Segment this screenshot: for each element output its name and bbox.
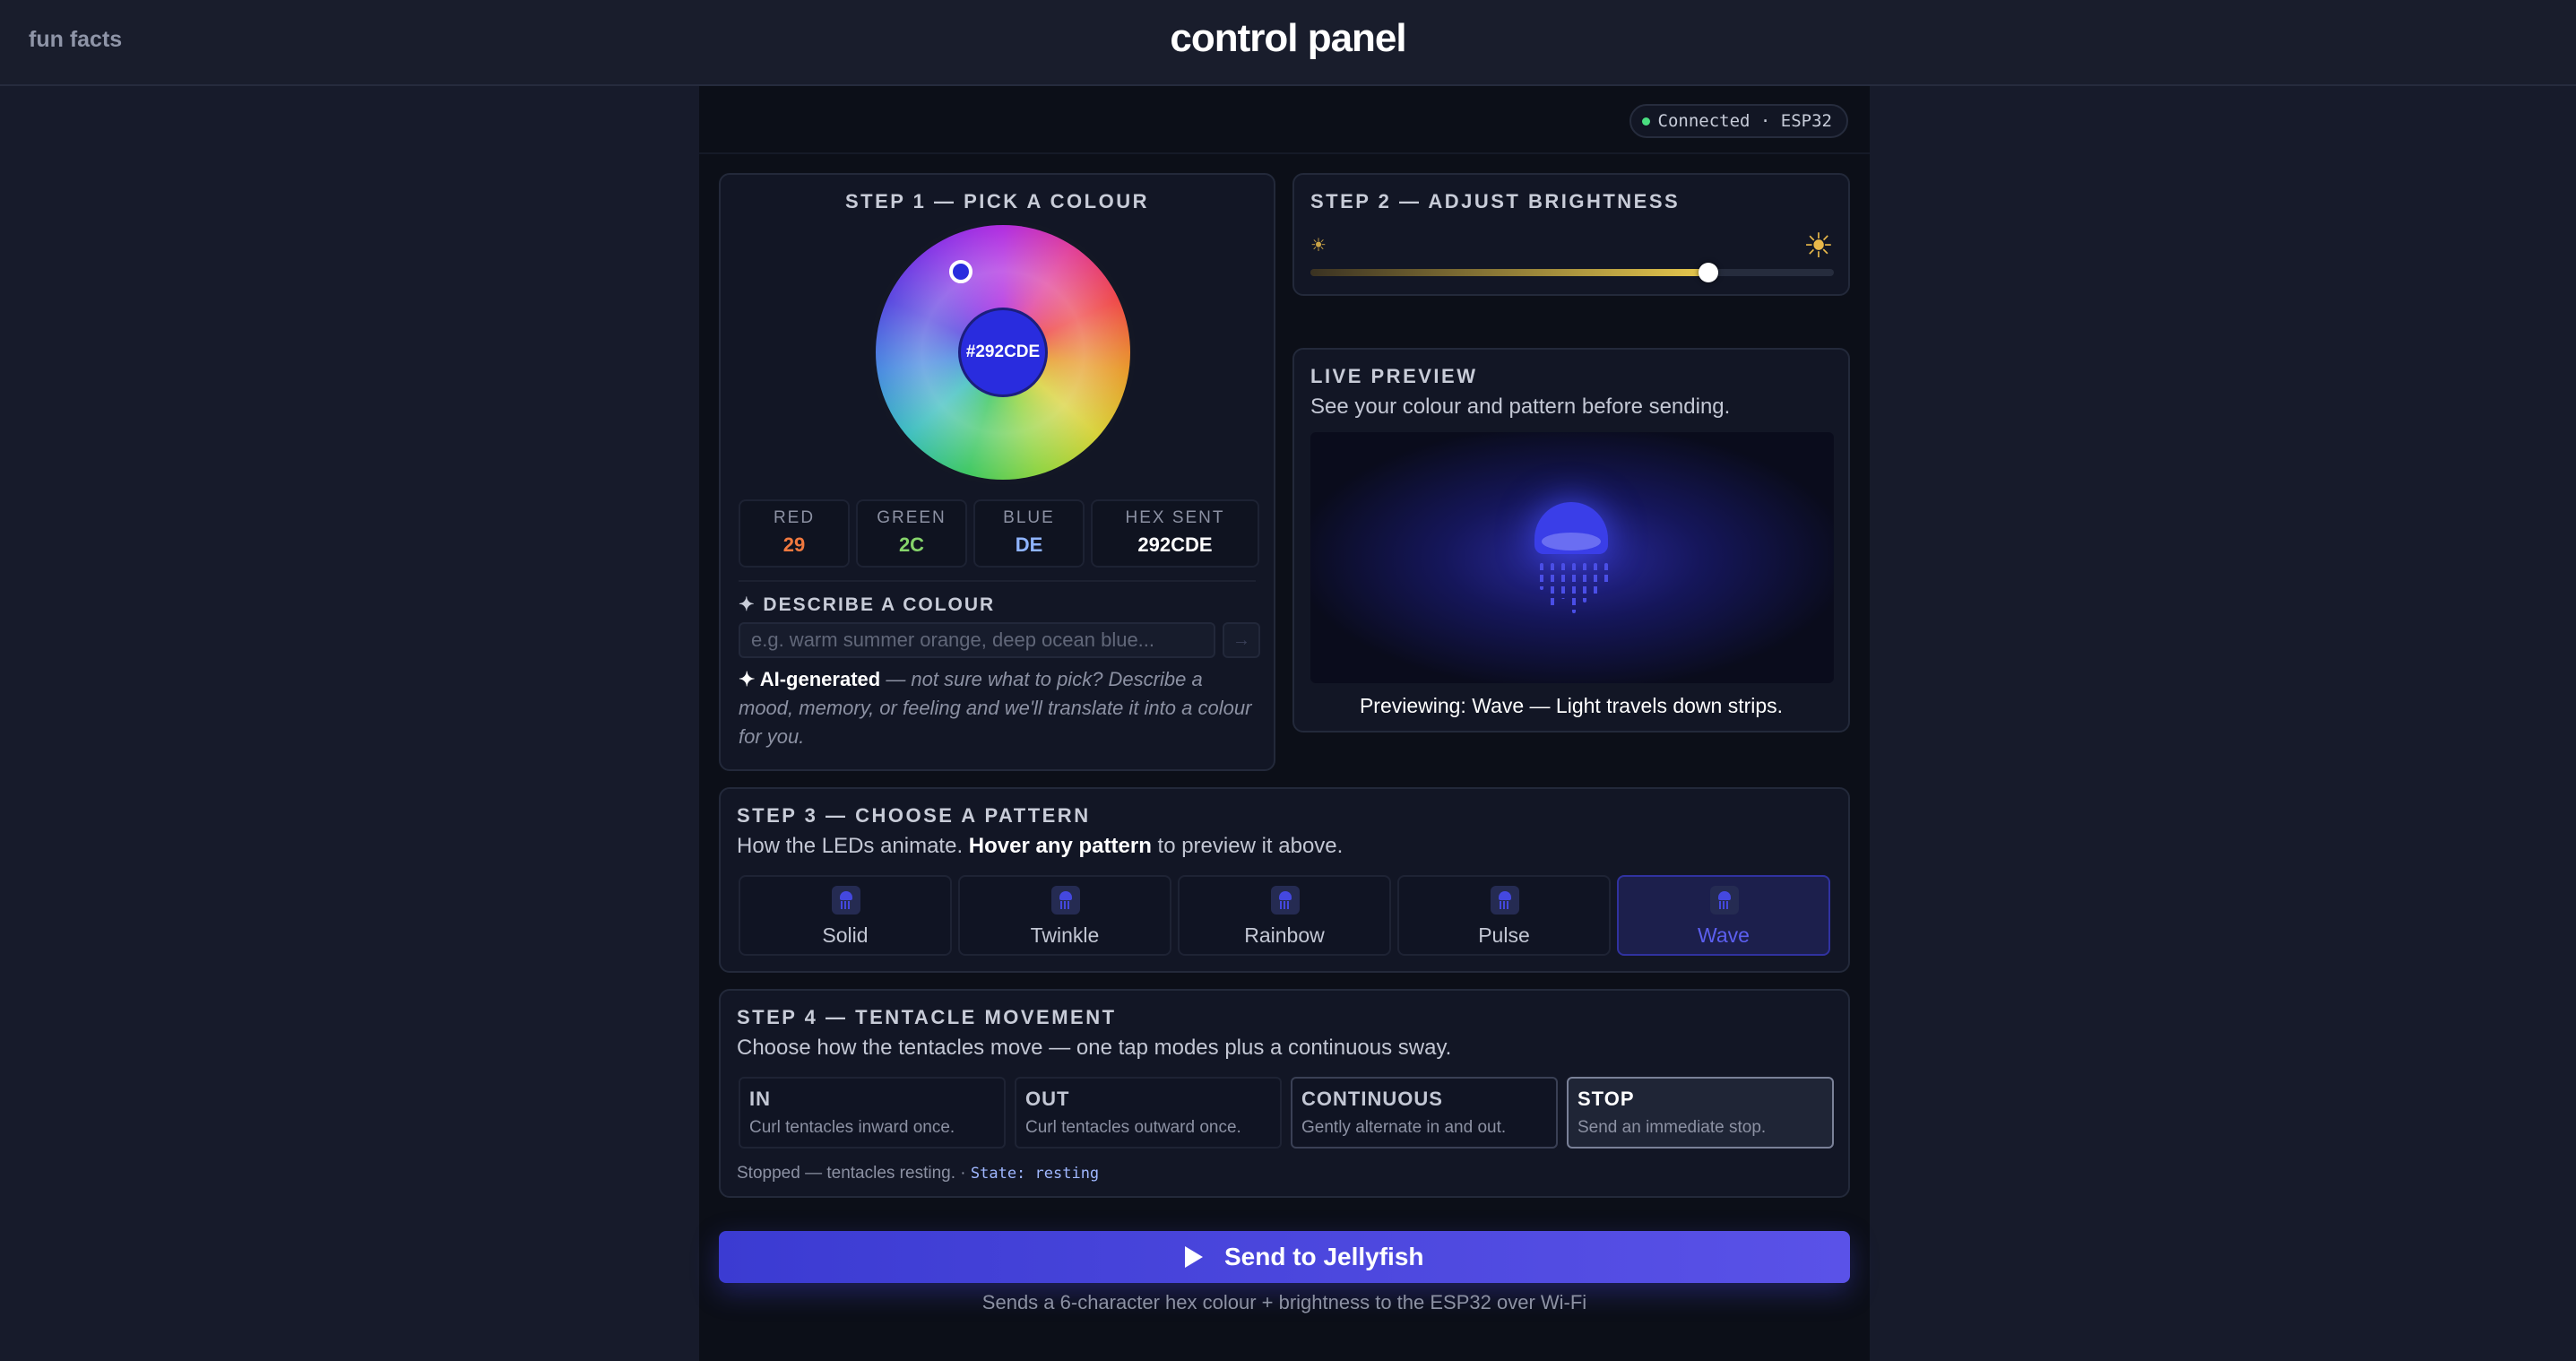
step1-title: STEP 1 — PICK A COLOUR (844, 190, 1149, 212)
pattern-label: Rainbow (1244, 923, 1325, 947)
movement-continuous-button[interactable]: CONTINUOUS Gently alternate in and out. (1291, 1077, 1558, 1149)
status-separator: · (955, 1164, 971, 1183)
jellyfish-rim (1542, 533, 1601, 550)
pattern-pulse[interactable]: Pulse (1397, 875, 1611, 956)
step4-subtitle: Choose how the tentacles move — one tap … (737, 1036, 1452, 1060)
pattern-label: Solid (822, 923, 869, 947)
movement-out-button[interactable]: OUT Curl tentacles outward once. (1015, 1077, 1282, 1149)
movement-desc: Curl tentacles outward once. (1025, 1118, 1241, 1137)
pattern-label: Pulse (1478, 923, 1530, 947)
brightness-slider-thumb[interactable] (1698, 263, 1718, 282)
blue-cell: BLUE DE (973, 499, 1085, 568)
movement-label: IN (749, 1088, 771, 1110)
step4-card: STEP 4 — TENTACLE MOVEMENT Choose how th… (719, 989, 1850, 1198)
jellyfish-tentacle (1604, 563, 1608, 586)
blue-label: BLUE (1003, 508, 1055, 527)
pattern-wave[interactable]: Wave (1617, 875, 1830, 956)
pattern-rainbow[interactable]: Rainbow (1178, 875, 1391, 956)
movement-state-code: State: resting (970, 1165, 1100, 1183)
step3-subtitle-a: How the LEDs animate. (737, 834, 969, 858)
preview-caption: Previewing: Wave — Light travels down st… (1359, 694, 1784, 717)
jellyfish-tentacle (1561, 563, 1565, 599)
connection-dot-icon (1641, 117, 1650, 126)
movement-status-text: Stopped — tentacles resting. (737, 1164, 955, 1183)
send-to-jellyfish-button[interactable]: Send to Jellyfish (719, 1231, 1850, 1283)
colour-wheel[interactable]: #292CDE (876, 225, 1130, 480)
jellyfish-tentacle (1540, 563, 1543, 590)
jellyfish-icon (832, 886, 860, 915)
pattern-solid[interactable]: Solid (739, 875, 952, 956)
step3-subtitle: How the LEDs animate. Hover any pattern … (737, 834, 1343, 859)
hex-value: 292CDE (1137, 533, 1213, 556)
step3-card: STEP 3 — CHOOSE A PATTERN How the LEDs a… (719, 787, 1850, 973)
jellyfish-tentacle (1594, 563, 1597, 595)
brightness-slider-fill (1310, 269, 1708, 276)
jellyfish-icon (1710, 886, 1739, 915)
live-preview-title: LIVE PREVIEW (1310, 365, 1478, 387)
describe-colour-title: ✦ DESCRIBE A COLOUR (739, 594, 996, 615)
divider (739, 580, 1256, 582)
describe-submit-button[interactable]: → (1223, 622, 1260, 658)
movement-label: STOP (1578, 1088, 1635, 1110)
pattern-label: Wave (1698, 923, 1750, 947)
hex-label: HEX SENT (1125, 508, 1225, 527)
green-label: GREEN (877, 508, 947, 527)
green-value: 2C (898, 533, 925, 556)
play-icon (1185, 1246, 1203, 1268)
movement-desc: Send an immediate stop. (1578, 1118, 1767, 1137)
brightness-slider[interactable] (1310, 263, 1834, 282)
top-bar: fun facts control panel (0, 0, 2576, 86)
movement-label: CONTINUOUS (1301, 1088, 1443, 1110)
status-row: Connected · ESP32 (699, 86, 1870, 154)
live-preview-subtitle: See your colour and pattern before sendi… (1310, 394, 1731, 419)
jellyfish-icon (1491, 886, 1519, 915)
step1-card: STEP 1 — PICK A COLOUR #292CDE RED 29 GR… (719, 173, 1275, 771)
ai-note: ✦ AI-generated — not sure what to pick? … (739, 665, 1258, 751)
hex-cell: HEX SENT 292CDE (1091, 499, 1259, 568)
brightness-high-icon: ☀ (1802, 228, 1834, 265)
step3-title: STEP 3 — CHOOSE A PATTERN (737, 804, 1091, 827)
jellyfish-tentacle (1572, 563, 1576, 613)
movement-desc: Curl tentacles inward once. (749, 1118, 955, 1137)
pattern-twinkle[interactable]: Twinkle (958, 875, 1171, 956)
jellyfish-icon (1051, 886, 1080, 915)
movement-in-button[interactable]: IN Curl tentacles inward once. (739, 1077, 1006, 1149)
pattern-label: Twinkle (1030, 923, 1100, 947)
send-button-label: Send to Jellyfish (1224, 1243, 1424, 1270)
brightness-low-icon: ☀ (1310, 236, 1327, 256)
movement-label: OUT (1025, 1088, 1070, 1110)
main-panel: Connected · ESP32 STEP 1 — PICK A COLOUR… (699, 86, 1870, 1361)
movement-stop-button[interactable]: STOP Send an immediate stop. (1567, 1077, 1834, 1149)
colour-swatch-center: #292CDE (958, 308, 1048, 397)
jellyfish-tentacle (1583, 563, 1586, 602)
blue-value: DE (1015, 533, 1043, 556)
send-note: Sends a 6-character hex colour + brightn… (981, 1291, 1587, 1313)
red-value: 29 (782, 533, 806, 556)
step2-title: STEP 2 — ADJUST BRIGHTNESS (1310, 190, 1681, 212)
red-label: RED (773, 508, 816, 527)
live-preview-card: LIVE PREVIEW See your colour and pattern… (1292, 348, 1850, 733)
step4-title: STEP 4 — TENTACLE MOVEMENT (737, 1006, 1117, 1028)
green-cell: GREEN 2C (856, 499, 967, 568)
red-cell: RED 29 (739, 499, 850, 568)
step3-subtitle-b: Hover any pattern (968, 834, 1152, 858)
page-title: control panel (1170, 16, 1406, 60)
connection-badge: Connected · ESP32 (1629, 104, 1848, 138)
colour-hex-center: #292CDE (965, 342, 1041, 361)
step3-subtitle-c: to preview it above. (1151, 834, 1344, 858)
colour-wheel-handle[interactable] (949, 260, 972, 283)
step2-card: STEP 2 — ADJUST BRIGHTNESS ☀ ☀ (1292, 173, 1850, 296)
jellyfish-icon (1271, 886, 1300, 915)
jellyfish-tentacle (1551, 563, 1554, 606)
describe-colour-input[interactable] (739, 622, 1215, 658)
movement-status: Stopped — tentacles resting. · State: re… (737, 1164, 1099, 1183)
preview-canvas (1310, 432, 1834, 683)
movement-desc: Gently alternate in and out. (1301, 1118, 1507, 1137)
ai-generated-label: ✦ AI-generated (739, 668, 881, 690)
connection-text: Connected · ESP32 (1657, 111, 1832, 131)
